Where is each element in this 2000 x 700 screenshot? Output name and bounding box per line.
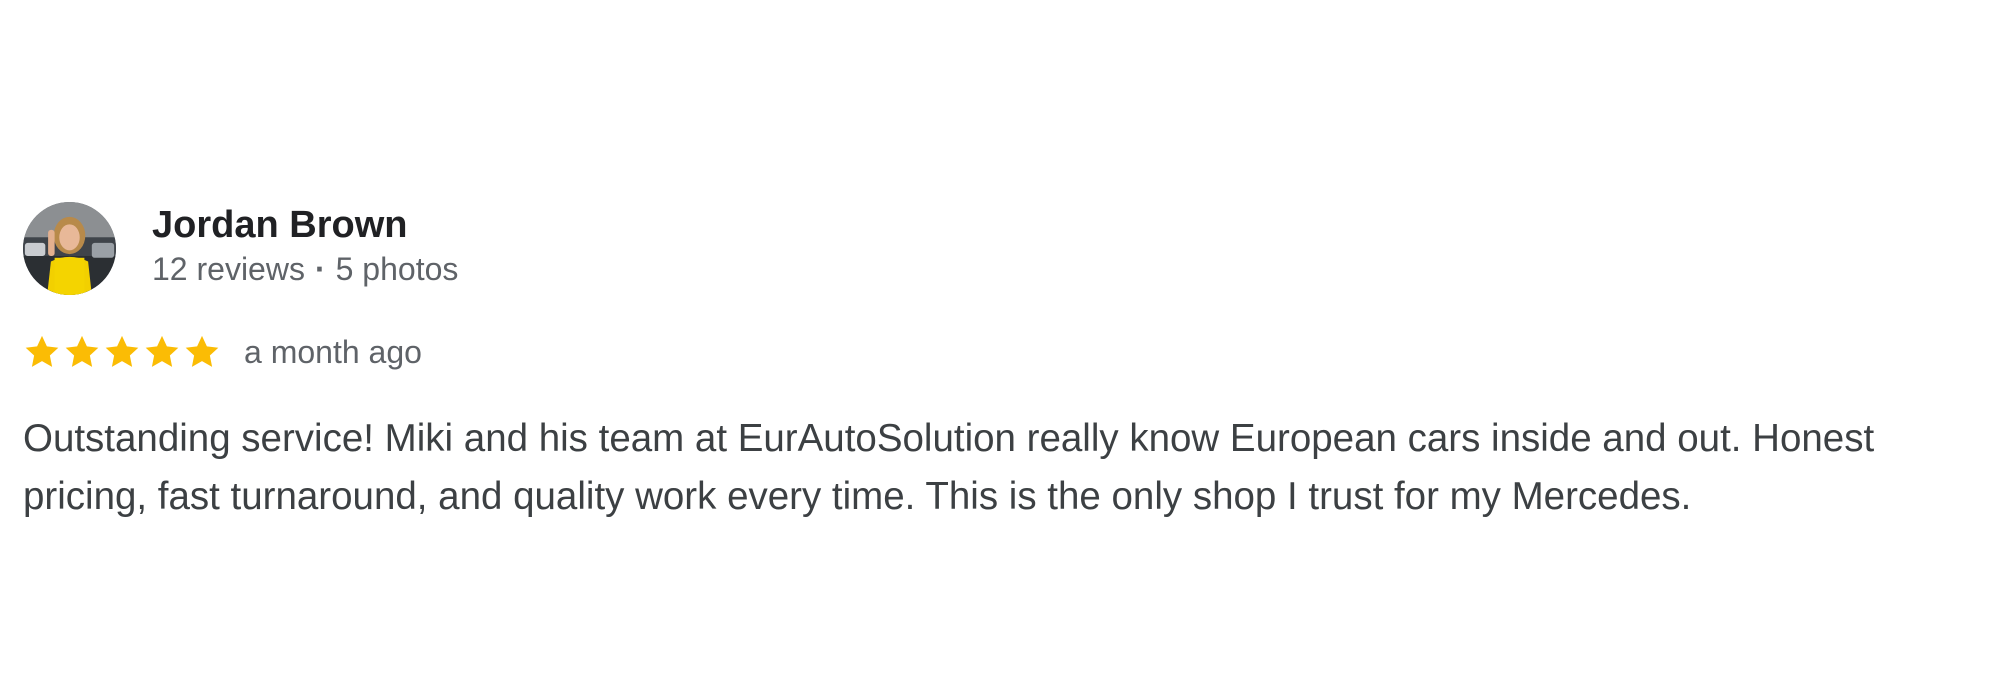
star-icon — [65, 335, 99, 367]
avatar[interactable] — [23, 201, 116, 295]
star-icon — [185, 335, 219, 367]
reviewer-name[interactable]: Jordan Brown — [152, 202, 458, 248]
star-icon — [145, 335, 179, 367]
reviewer-meta: 12 reviews · 5 photos — [152, 248, 458, 290]
rating-row: a month ago — [23, 330, 1983, 374]
reviewer-info: Jordan Brown 12 reviews · 5 photos — [152, 204, 458, 290]
meta-separator: · — [314, 251, 326, 287]
star-icon — [25, 335, 59, 367]
star-icon — [105, 335, 139, 367]
review-card: Jordan Brown 12 reviews · 5 photos a mon… — [23, 200, 1983, 526]
photo-count: 5 photos — [335, 251, 459, 287]
reviewer-header: Jordan Brown 12 reviews · 5 photos — [23, 200, 1983, 296]
review-date: a month ago — [244, 334, 422, 370]
review-text: Outstanding service! Miki and his team a… — [23, 417, 1875, 518]
star-rating — [23, 333, 223, 371]
review-count: 12 reviews — [152, 251, 305, 287]
